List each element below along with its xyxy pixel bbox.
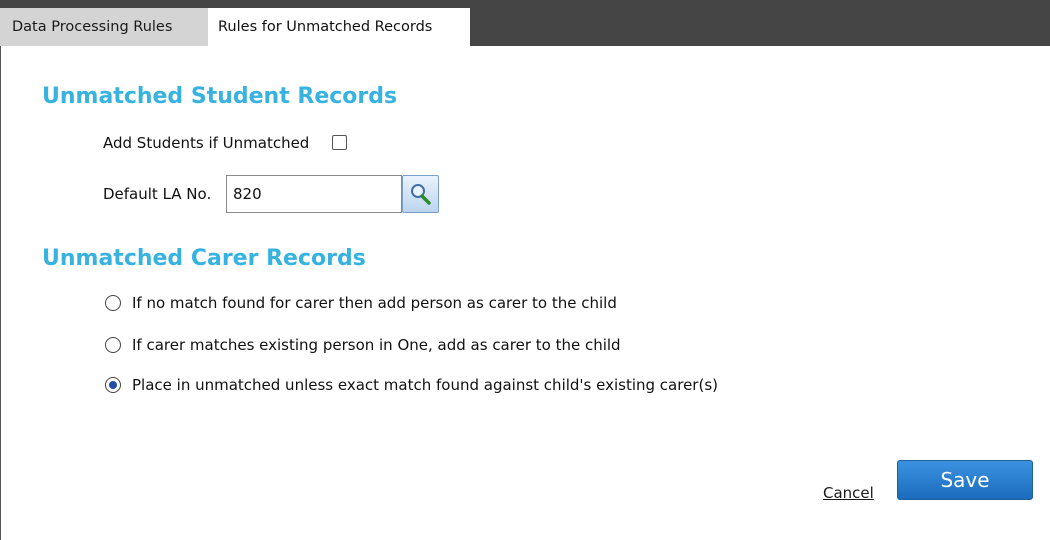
- tab-data-processing-rules[interactable]: Data Processing Rules: [0, 8, 208, 46]
- carer-section-title: Unmatched Carer Records: [42, 246, 366, 271]
- radio-selected-dot: [109, 381, 117, 389]
- carer-option-label-1: If no match found for carer then add per…: [132, 294, 617, 312]
- search-icon: [411, 184, 431, 205]
- default-la-input[interactable]: [226, 175, 402, 213]
- student-section-title: Unmatched Student Records: [42, 84, 398, 109]
- carer-option-radio-1[interactable]: [105, 295, 121, 311]
- add-students-checkbox[interactable]: [332, 135, 347, 150]
- carer-option-radio-2[interactable]: [105, 337, 121, 353]
- tab-panel: Unmatched Student Records Add Students i…: [0, 46, 1050, 540]
- tab-bar: Data Processing Rules Rules for Unmatche…: [0, 0, 1050, 46]
- carer-option-label-2: If carer matches existing person in One,…: [132, 336, 621, 354]
- tab-rules-for-unmatched-records[interactable]: Rules for Unmatched Records: [208, 8, 470, 46]
- carer-option-label-3: Place in unmatched unless exact match fo…: [132, 376, 718, 394]
- add-students-label: Add Students if Unmatched: [103, 134, 310, 152]
- cancel-link[interactable]: Cancel: [823, 484, 874, 502]
- save-button[interactable]: Save: [897, 460, 1033, 500]
- lookup-button[interactable]: [402, 175, 439, 213]
- carer-option-radio-3[interactable]: [105, 377, 121, 393]
- default-la-label: Default LA No.: [103, 185, 212, 203]
